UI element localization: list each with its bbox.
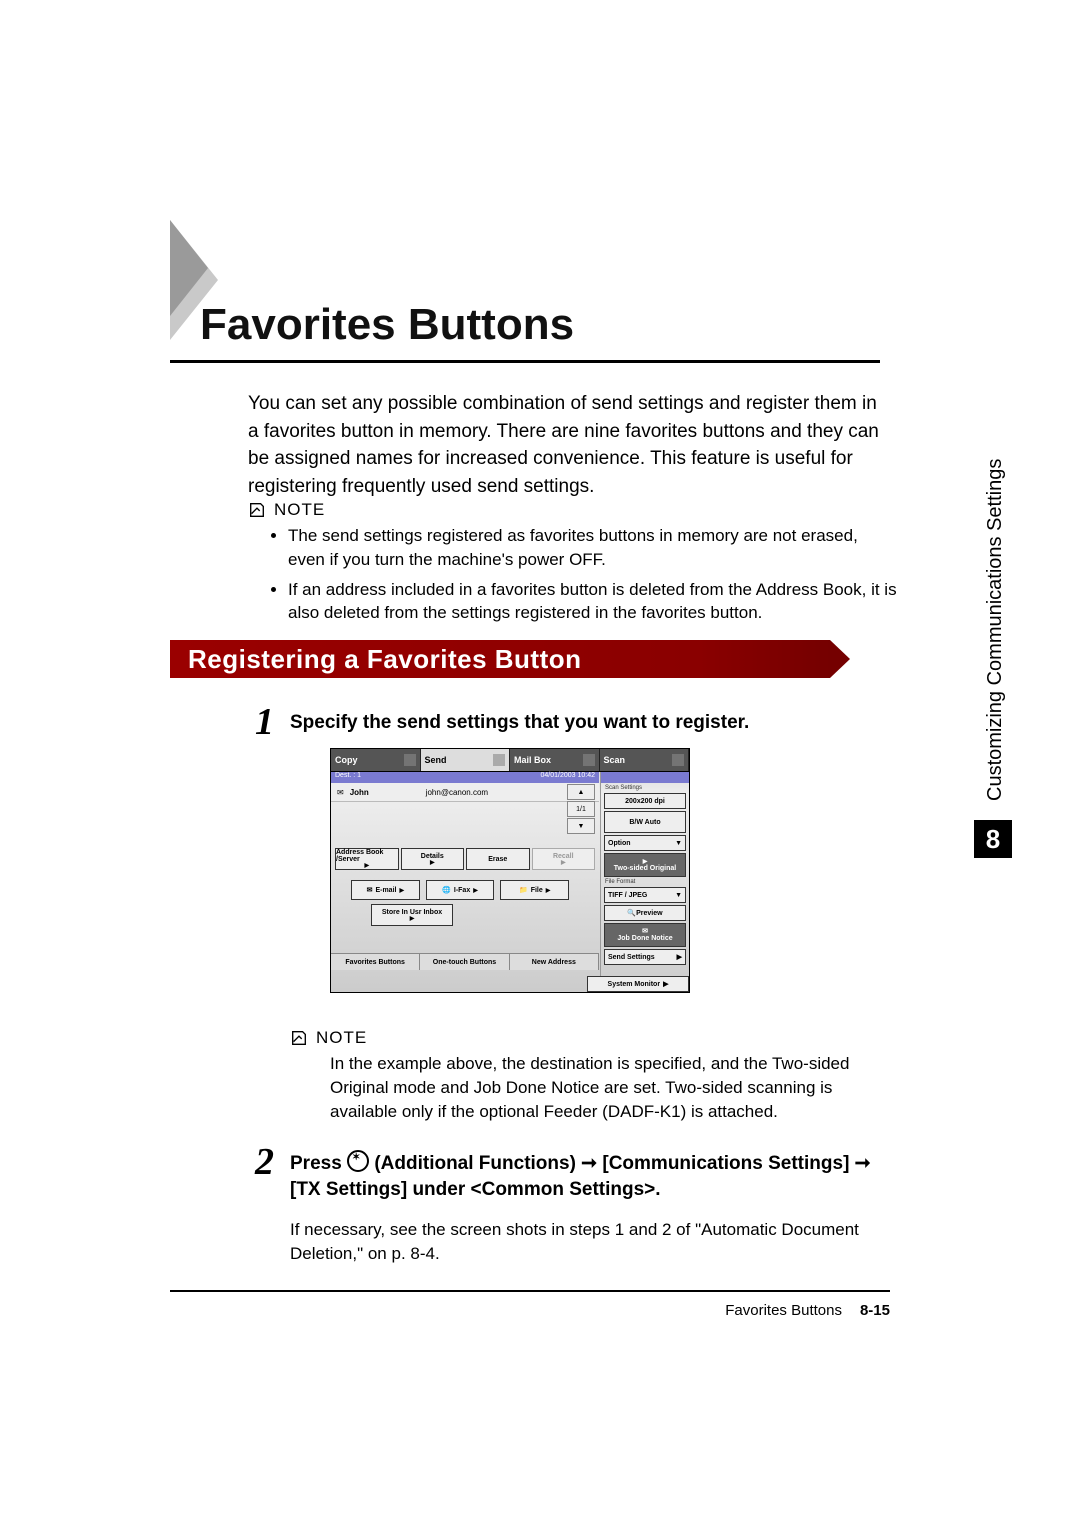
intro-paragraph: You can set any possible combination of … xyxy=(248,390,888,500)
system-monitor-button[interactable]: System Monitor▶ xyxy=(587,976,689,992)
erase-button[interactable]: Erase xyxy=(466,848,530,870)
note-label: NOTE xyxy=(316,1028,367,1048)
footer-rule xyxy=(170,1290,890,1292)
new-address-tab[interactable]: New Address xyxy=(510,954,599,970)
note1-item-2: If an address included in a favorites bu… xyxy=(288,578,898,626)
page-number: 8-15 xyxy=(860,1302,890,1319)
resolution-button[interactable]: 200x200 dpi xyxy=(604,793,686,809)
tab-send[interactable]: Send xyxy=(421,749,511,771)
additional-functions-icon xyxy=(347,1150,369,1172)
send-icon xyxy=(493,754,505,766)
step-2: 2 Press (Additional Functions) ➞ [Commun… xyxy=(290,1150,890,1202)
tab-mailbox[interactable]: Mail Box xyxy=(510,749,600,771)
step-1: 1 Specify the send settings that you wan… xyxy=(290,710,890,736)
file-format-label: File Format xyxy=(605,879,685,885)
destination-row[interactable]: ✉ John john@canon.com xyxy=(331,783,599,802)
pager-up[interactable]: ▲ xyxy=(567,784,595,800)
note1-item-1: The send settings registered as favorite… xyxy=(288,524,898,572)
file-button[interactable]: 📁File▶ xyxy=(500,880,569,900)
step-2-heading: Press (Additional Functions) ➞ [Communic… xyxy=(290,1150,890,1202)
preview-button[interactable]: 🔍Preview xyxy=(604,905,686,921)
side-chapter-number: 8 xyxy=(974,820,1012,858)
scan-settings-label: Scan Settings xyxy=(605,785,685,791)
store-inbox-button[interactable]: Store In Usr Inbox▶ xyxy=(371,904,453,926)
step-2-number: 2 xyxy=(255,1140,274,1184)
details-button[interactable]: Details▶ xyxy=(401,848,465,870)
two-sided-button[interactable]: ▶Two-sided Original xyxy=(604,853,686,877)
one-touch-buttons-tab[interactable]: One-touch Buttons xyxy=(420,954,509,970)
pager-pos: 1/1 xyxy=(567,801,595,817)
section-heading-bar: Registering a Favorites Button xyxy=(170,640,865,678)
send-settings-button[interactable]: Send Settings▶ xyxy=(604,949,686,965)
note-icon xyxy=(290,1029,308,1047)
pager-down[interactable]: ▼ xyxy=(567,818,595,834)
device-screenshot: Copy Send Mail Box Scan Dest. : 1 04/01/2… xyxy=(330,748,690,993)
page-title: Favorites Buttons xyxy=(200,300,574,350)
step-1-number: 1 xyxy=(255,700,274,744)
job-done-notice-button[interactable]: ✉Job Done Notice xyxy=(604,923,686,947)
note-icon xyxy=(248,501,266,519)
note-block-1: NOTE The send settings registered as fav… xyxy=(248,500,898,631)
step-2-body: If necessary, see the screen shots in st… xyxy=(290,1218,880,1266)
email-button[interactable]: ✉E-mail▶ xyxy=(351,880,420,900)
color-mode-button[interactable]: B/W Auto xyxy=(604,811,686,833)
title-rule xyxy=(170,360,880,363)
dest-address: john@canon.com xyxy=(426,788,488,797)
mailbox-icon xyxy=(583,754,595,766)
dest-count: Dest. : 1 xyxy=(335,772,361,783)
screen-date: 04/01/2003 10:42 xyxy=(541,772,596,783)
favorites-buttons-tab[interactable]: Favorites Buttons xyxy=(331,954,420,970)
dest-name: John xyxy=(350,788,420,797)
note-label: NOTE xyxy=(274,500,325,520)
side-chapter-label: Customizing Communications Settings xyxy=(984,455,1008,805)
address-book-button[interactable]: Address Book /Server▶ xyxy=(335,848,399,870)
option-button[interactable]: Option xyxy=(604,835,686,851)
tab-scan[interactable]: Scan xyxy=(600,749,690,771)
copy-icon xyxy=(404,754,416,766)
tiff-jpeg-button[interactable]: TIFF / JPEG xyxy=(604,887,686,903)
section-heading: Registering a Favorites Button xyxy=(170,644,582,675)
note2-text: In the example above, the destination is… xyxy=(330,1052,880,1123)
ifax-button[interactable]: 🌐I-Fax▶ xyxy=(426,880,495,900)
note-block-2: NOTE In the example above, the destinati… xyxy=(290,1028,880,1123)
tab-copy[interactable]: Copy xyxy=(331,749,421,771)
recall-button[interactable]: Recall▶ xyxy=(532,848,596,870)
scan-icon xyxy=(672,754,684,766)
step-1-heading: Specify the send settings that you want … xyxy=(290,710,890,736)
footer-title: Favorites Buttons xyxy=(725,1302,842,1319)
